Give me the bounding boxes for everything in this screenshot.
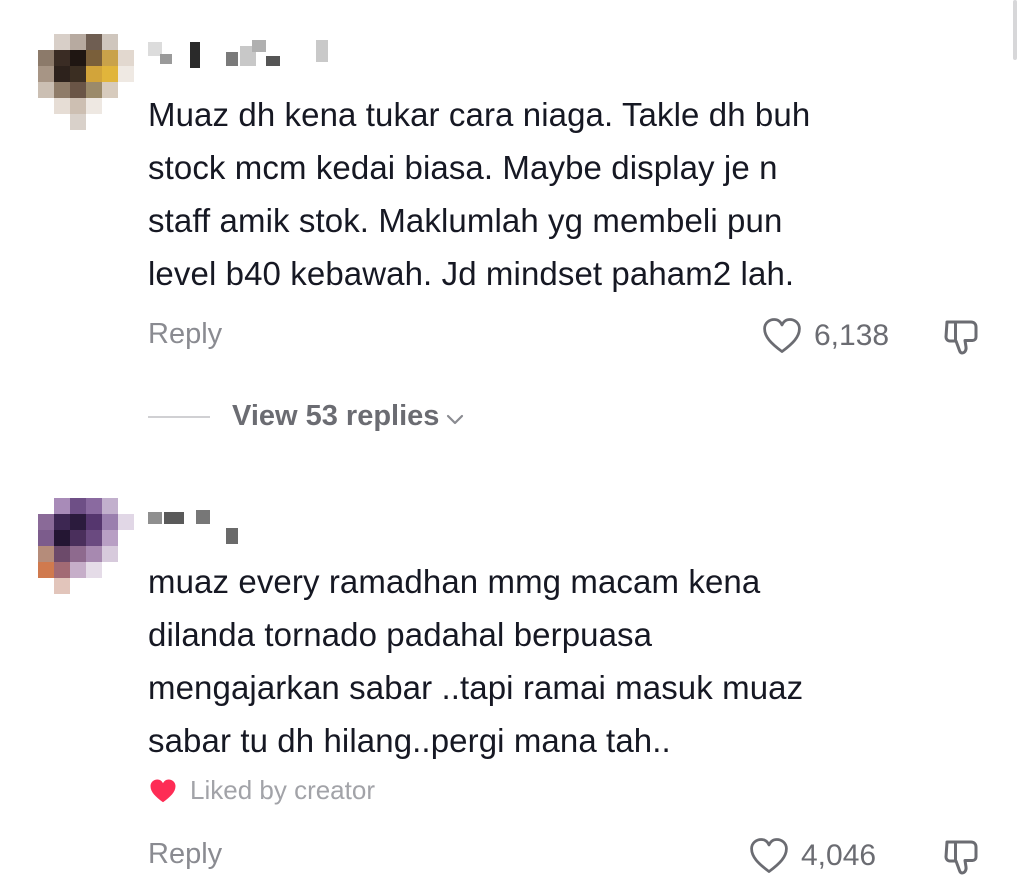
username-pixel xyxy=(266,56,280,66)
dislike-button[interactable] xyxy=(938,312,986,360)
avatar-pixel xyxy=(86,498,102,514)
avatar-pixel xyxy=(86,530,102,546)
avatar-pixel xyxy=(70,530,86,546)
reply-button[interactable]: Reply xyxy=(148,318,222,351)
avatar-pixel xyxy=(54,514,70,530)
view-replies-button[interactable]: View 53 replies xyxy=(148,400,465,433)
view-replies-label: View 53 replies xyxy=(232,400,440,432)
like-count: 4,046 xyxy=(801,839,877,872)
avatar-pixel xyxy=(102,82,118,98)
username-pixel xyxy=(160,54,172,64)
username-pixel xyxy=(252,40,266,52)
avatar-pixel xyxy=(102,50,118,66)
avatar-pixel xyxy=(70,514,86,530)
avatar-pixel xyxy=(86,98,102,114)
avatar-pixel xyxy=(54,82,70,98)
avatar-pixel xyxy=(54,578,70,594)
thumbs-down-icon xyxy=(944,320,978,355)
like-button[interactable]: 4,046 xyxy=(747,834,876,878)
liked-by-creator-badge: Liked by creator xyxy=(148,775,375,806)
avatar-pixel xyxy=(86,562,102,578)
avatar-pixel xyxy=(102,498,118,514)
avatar-pixel xyxy=(70,546,86,562)
avatar-pixel xyxy=(38,514,54,530)
username-pixel xyxy=(190,42,200,68)
avatar-pixel xyxy=(54,546,70,562)
avatar[interactable] xyxy=(38,34,134,130)
avatar-pixel xyxy=(38,530,54,546)
avatar-pixel xyxy=(70,34,86,50)
username-pixelated[interactable] xyxy=(148,38,338,78)
avatar-pixel xyxy=(102,514,118,530)
avatar-pixel xyxy=(54,498,70,514)
avatar-pixel xyxy=(70,66,86,82)
like-button[interactable]: 6,138 xyxy=(760,314,889,358)
chevron-down-icon xyxy=(447,414,464,424)
avatar-pixel xyxy=(102,34,118,50)
heart-filled-icon xyxy=(150,778,176,802)
avatar-pixel xyxy=(70,562,86,578)
avatar-pixel xyxy=(54,562,70,578)
username-pixel xyxy=(164,512,184,524)
liked-by-label: Liked by creator xyxy=(190,775,375,805)
avatar-pixel xyxy=(118,66,134,82)
avatar-pixel xyxy=(38,66,54,82)
avatar-pixel xyxy=(54,530,70,546)
avatar-pixel xyxy=(70,50,86,66)
comment-text: muaz every ramadhan mmg macam kena dilan… xyxy=(148,563,804,759)
avatar[interactable] xyxy=(38,498,134,594)
avatar-pixel xyxy=(102,546,118,562)
avatar-pixel xyxy=(86,50,102,66)
username-pixel xyxy=(316,40,328,62)
comment-text: Muaz dh kena tukar cara niaga. Takle dh … xyxy=(148,96,811,292)
avatar-pixel xyxy=(86,34,102,50)
comment-item: muaz every ramadhan mmg macam kena dilan… xyxy=(0,470,1024,885)
dislike-button[interactable] xyxy=(938,832,986,880)
username-pixelated[interactable] xyxy=(148,510,248,550)
like-count: 6,138 xyxy=(814,319,890,352)
heart-outline-icon xyxy=(750,838,788,873)
username-pixel xyxy=(196,510,210,524)
avatar-pixel xyxy=(54,50,70,66)
reply-button[interactable]: Reply xyxy=(148,838,222,871)
username-pixel xyxy=(226,528,238,544)
avatar-pixel xyxy=(70,498,86,514)
avatar-pixel xyxy=(54,66,70,82)
avatar-pixel xyxy=(102,66,118,82)
avatar-pixel xyxy=(86,66,102,82)
username-pixel xyxy=(148,512,162,524)
divider xyxy=(148,415,210,418)
avatar-pixel xyxy=(118,50,134,66)
avatar-pixel xyxy=(54,98,70,114)
avatar-pixel xyxy=(86,514,102,530)
avatar-pixel xyxy=(86,546,102,562)
comment-item: Muaz dh kena tukar cara niaga. Takle dh … xyxy=(0,0,1024,460)
thumbs-down-icon xyxy=(944,840,978,875)
avatar-pixel xyxy=(38,50,54,66)
avatar-pixel xyxy=(70,82,86,98)
heart-outline-icon xyxy=(763,318,801,353)
avatar-pixel xyxy=(118,514,134,530)
avatar-pixel xyxy=(38,562,54,578)
avatar-pixel xyxy=(70,98,86,114)
avatar-pixel xyxy=(38,546,54,562)
avatar-pixel xyxy=(54,34,70,50)
username-pixel xyxy=(226,52,238,66)
avatar-pixel xyxy=(86,82,102,98)
avatar-pixel xyxy=(38,82,54,98)
avatar-pixel xyxy=(70,114,86,130)
avatar-pixel xyxy=(102,530,118,546)
